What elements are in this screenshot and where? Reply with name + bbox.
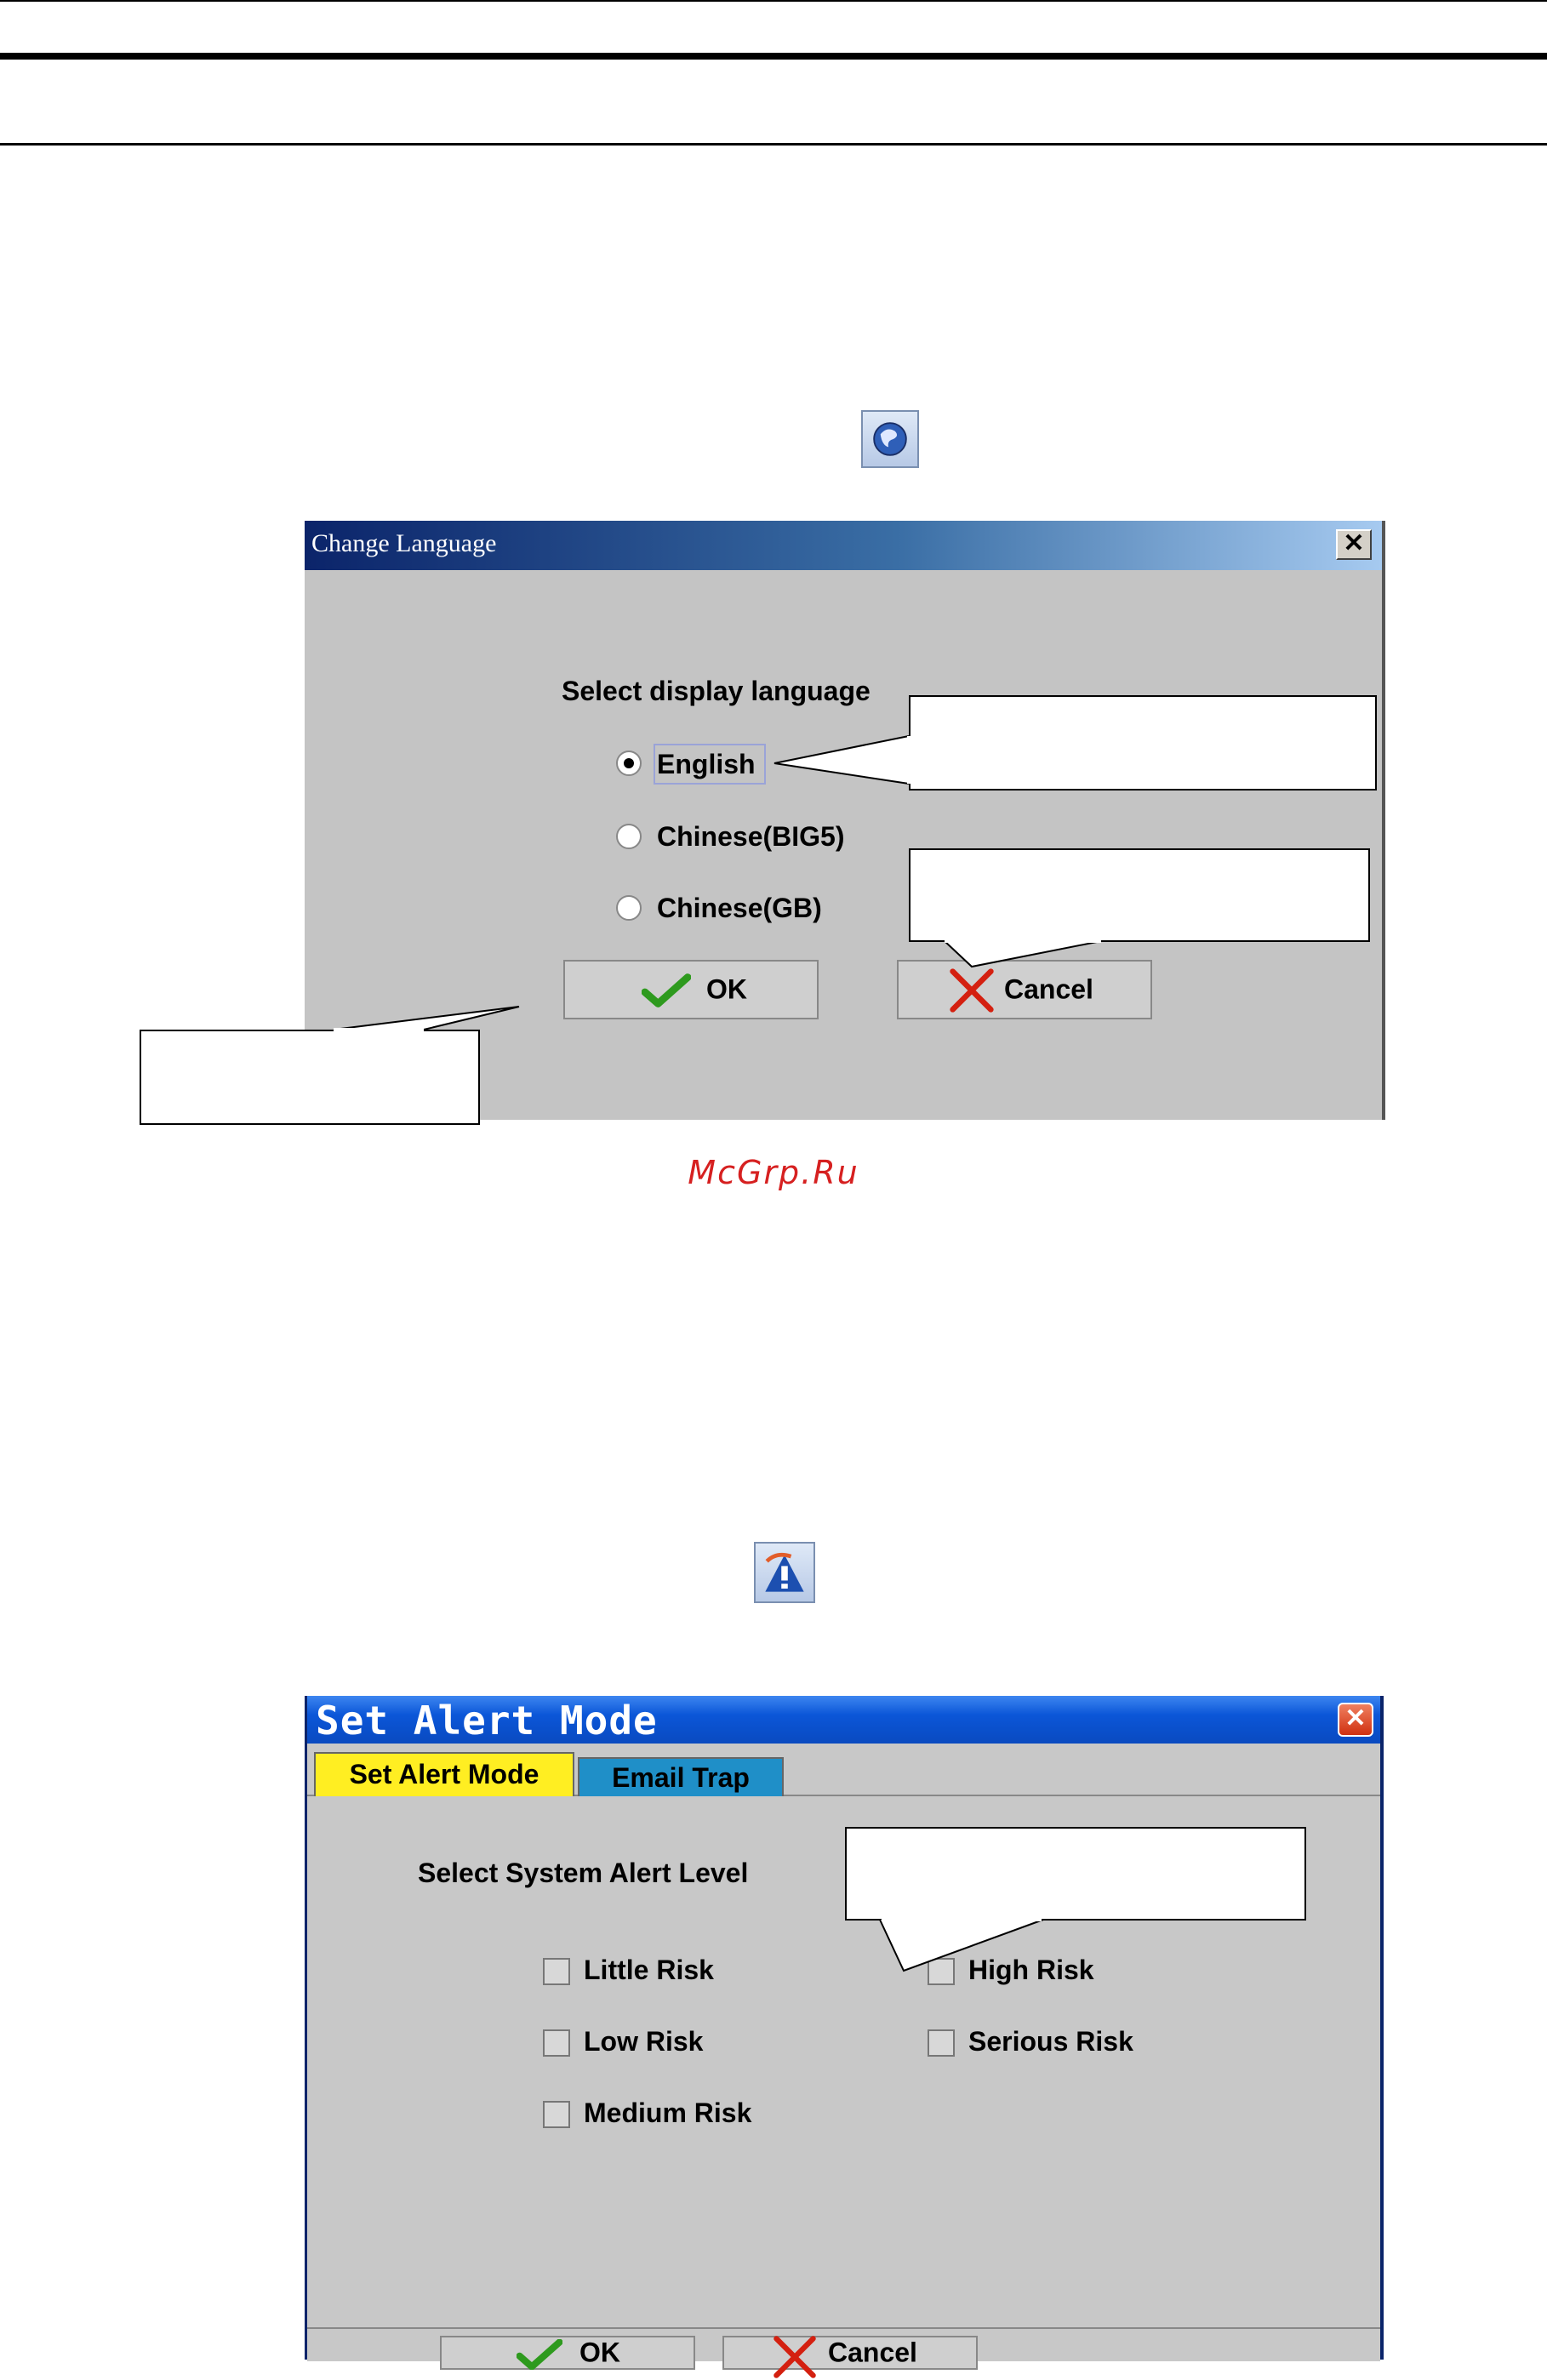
dialog-title: Change Language xyxy=(311,529,497,557)
tab-strip: Set Alert Mode Email Trap xyxy=(307,1744,1380,1796)
label-high-risk: High Risk xyxy=(968,1955,1094,1985)
cancel-button[interactable]: Cancel xyxy=(897,960,1152,1019)
title-bar: Set Alert Mode ✕ xyxy=(307,1696,1380,1744)
close-icon: ✕ xyxy=(1343,529,1365,557)
radio-chinese-gb[interactable] xyxy=(616,895,642,921)
cancel-button[interactable]: Cancel xyxy=(722,2336,978,2378)
watermark: McGrp.Ru xyxy=(688,1154,859,1191)
road-warning-icon[interactable] xyxy=(754,1542,815,1603)
dialog-title: Set Alert Mode xyxy=(316,1698,658,1744)
ok-label: OK xyxy=(706,973,747,1005)
label-low-risk: Low Risk xyxy=(584,2026,704,2057)
set-alert-mode-dialog: Set Alert Mode ✕ Set Alert Mode Email Tr… xyxy=(305,1696,1384,2378)
title-bar: Change Language ✕ xyxy=(305,521,1382,570)
cancel-label: Cancel xyxy=(828,2337,917,2368)
checkbox-serious-risk[interactable] xyxy=(928,2029,955,2057)
label-little-risk: Little Risk xyxy=(584,1955,714,1985)
label-medium-risk: Medium Risk xyxy=(584,2097,752,2128)
option-chinese-big5[interactable]: Chinese(BIG5) xyxy=(657,821,844,853)
ok-button[interactable]: OK xyxy=(440,2336,695,2370)
language-prompt: Select display language xyxy=(562,676,871,706)
radio-chinese-big5[interactable] xyxy=(616,824,642,849)
globe-icon[interactable] xyxy=(861,410,919,468)
radio-english[interactable] xyxy=(616,751,642,776)
callout-english xyxy=(909,695,1377,790)
alert-level-prompt: Select System Alert Level xyxy=(418,1858,749,1888)
option-chinese-gb[interactable]: Chinese(GB) xyxy=(657,893,822,924)
option-english[interactable]: English xyxy=(657,749,756,780)
label-serious-risk: Serious Risk xyxy=(968,2026,1133,2057)
checkbox-little-risk[interactable] xyxy=(543,1958,570,1985)
checkmark-icon xyxy=(517,2339,562,2370)
cancel-label: Cancel xyxy=(1004,973,1093,1005)
header-rule-top xyxy=(0,0,1547,2)
close-button[interactable]: ✕ xyxy=(1336,529,1372,560)
close-button[interactable]: ✕ xyxy=(1338,1703,1373,1737)
tab-label: Set Alert Mode xyxy=(349,1759,539,1789)
tab-label: Email Trap xyxy=(612,1762,750,1793)
checkmark-icon xyxy=(642,973,691,1007)
tab-email-trap[interactable]: Email Trap xyxy=(578,1757,784,1796)
ok-label: OK xyxy=(579,2337,620,2368)
callout-ok xyxy=(140,1030,480,1125)
cancel-x-icon xyxy=(774,2336,816,2378)
checkbox-high-risk[interactable] xyxy=(928,1958,955,1985)
close-icon: ✕ xyxy=(1344,1704,1367,1732)
cancel-x-icon xyxy=(950,968,994,1013)
header-rule-bottom xyxy=(0,143,1547,146)
header-rule-thick xyxy=(0,53,1547,60)
checkbox-low-risk[interactable] xyxy=(543,2029,570,2057)
callout-cancel xyxy=(909,848,1370,942)
callout-high-risk xyxy=(845,1827,1306,1921)
ok-button[interactable]: OK xyxy=(563,960,819,1019)
tab-set-alert-mode[interactable]: Set Alert Mode xyxy=(314,1752,574,1796)
checkbox-medium-risk[interactable] xyxy=(543,2101,570,2128)
